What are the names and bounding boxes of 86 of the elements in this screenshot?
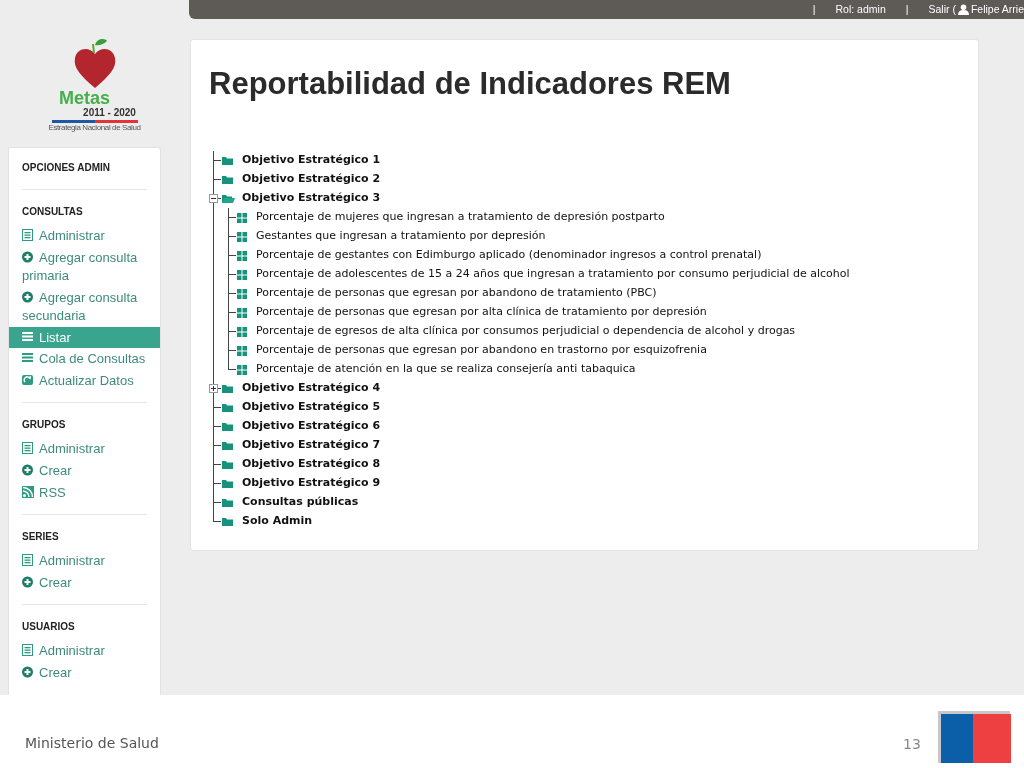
separator-text: |	[812, 1, 816, 17]
collapse-button[interactable]	[209, 194, 218, 203]
logo-tagline: Estrategia Nacional de Salud	[48, 123, 141, 133]
sidebar-link[interactable]: Administrar	[22, 640, 147, 662]
grid-icon	[237, 326, 247, 337]
folder-icon	[222, 440, 233, 451]
folder-icon	[222, 155, 233, 166]
tree-node[interactable]: Porcentaje de adolescentes de 15 a 24 años que ingresan a tratamiento por consumo perjudicial de alcohol	[256, 266, 850, 283]
document-icon	[22, 229, 34, 241]
list-icon	[22, 331, 34, 343]
user-icon	[957, 4, 969, 15]
section-heading: GRUPOS	[22, 418, 67, 432]
tree-node[interactable]: Porcentaje de gestantes con Edimburgo aplicado (denominador ingresos a control prenatal)	[256, 247, 762, 264]
tree-node[interactable]: Consultas públicas	[242, 494, 359, 511]
role-text: Rol: admin	[835, 1, 886, 17]
grid-icon	[237, 288, 247, 299]
sidebar-link[interactable]: Crear	[22, 572, 147, 594]
sidebar-link[interactable]: Agregar consulta primaria	[22, 247, 147, 287]
grid-icon	[237, 345, 247, 356]
minus-icon	[211, 196, 216, 201]
tree-node[interactable]: Objetivo Estratégico 7	[242, 437, 381, 454]
document-icon	[22, 644, 34, 656]
grid-icon	[237, 250, 247, 261]
grid-icon	[237, 364, 247, 375]
section-heading: CONSULTAS	[22, 205, 84, 219]
open-folder-icon	[222, 193, 235, 204]
tree-node[interactable]: Gestantes que ingresan a tratamiento por depresión	[256, 228, 546, 245]
sidebar-link[interactable]: Administrar	[22, 225, 147, 247]
sidebar-link[interactable]: RSS	[22, 482, 147, 504]
tree-node[interactable]: Objetivo Estratégico 5	[242, 399, 381, 416]
sidebar-link[interactable]: Administrar	[22, 438, 147, 460]
tree-node[interactable]: Objetivo Estratégico 1	[242, 152, 381, 169]
logo-title: Metas	[59, 90, 110, 107]
folder-icon	[222, 497, 233, 508]
plus-circle-icon	[22, 576, 34, 588]
tree-node[interactable]: Porcentaje de personas que egresan por abandono de tratamiento (PBC)	[256, 285, 657, 302]
tree-node[interactable]: Objetivo Estratégico 3	[242, 190, 381, 207]
sidebar-link[interactable]: Administrar	[22, 550, 147, 572]
logout-link[interactable]: Salir ( Felipe Arrie	[928, 1, 1024, 18]
tree-node[interactable]: Porcentaje de personas que egresan por abandono en trastorno por esquizofrenia	[256, 342, 707, 359]
page-title: Reportabilidad de Indicadores REM	[209, 65, 732, 103]
tree-node[interactable]: Objetivo Estratégico 2	[242, 171, 381, 188]
document-icon	[22, 554, 34, 566]
tree-node[interactable]: Objetivo Estratégico 6	[242, 418, 381, 435]
rss-icon	[22, 486, 34, 498]
tree-node[interactable]: Porcentaje de mujeres que ingresan a tratamiento de depresión postparto	[256, 209, 665, 226]
folder-icon	[222, 383, 233, 394]
tree-node[interactable]: Solo Admin	[242, 513, 313, 530]
page-number: 13	[903, 735, 921, 754]
grid-icon	[237, 307, 247, 318]
grid-icon	[237, 269, 247, 280]
folder-icon	[222, 516, 233, 527]
grid-icon	[237, 231, 247, 242]
folder-icon	[222, 421, 233, 432]
plus-circle-icon	[22, 291, 34, 303]
document-icon	[22, 442, 34, 454]
section-heading: SERIES	[22, 530, 60, 544]
expand-button[interactable]	[209, 384, 218, 393]
tree-node[interactable]: Objetivo Estratégico 8	[242, 456, 381, 473]
grid-icon	[237, 212, 247, 223]
refresh-icon	[22, 374, 34, 386]
sidebar-link[interactable]: Crear	[22, 460, 147, 482]
sidebar-link[interactable]: Actualizar Datos	[22, 370, 147, 392]
tree-node[interactable]: Objetivo Estratégico 9	[242, 475, 381, 492]
folder-icon	[222, 478, 233, 489]
tree-node[interactable]: Objetivo Estratégico 4	[242, 380, 381, 397]
logo-years: 2011 - 2020	[83, 107, 136, 118]
sidebar-link[interactable]: Crear	[22, 662, 147, 684]
sidebar-link[interactable]: Cola de Consultas	[22, 348, 147, 370]
plus-circle-icon	[22, 464, 34, 476]
sidebar-heading: OPCIONES ADMIN	[22, 160, 147, 190]
separator-text: |	[905, 1, 909, 17]
folder-icon	[222, 402, 233, 413]
footer-text: Ministerio de Salud	[25, 734, 159, 753]
list-icon	[22, 352, 34, 364]
apple-heart-icon	[72, 38, 117, 90]
tree-node[interactable]: Porcentaje de personas que egresan por alta clínica de tratamiento por depresión	[256, 304, 707, 321]
section-heading: USUARIOS	[22, 620, 76, 634]
folder-icon	[222, 459, 233, 470]
plus-circle-icon	[22, 666, 34, 678]
folder-icon	[222, 174, 233, 185]
sidebar-link[interactable]: Agregar consulta secundaria	[22, 287, 147, 327]
tree-node[interactable]: Porcentaje de atención en la que se realiza consejería anti tabaquica	[256, 361, 636, 378]
plus-icon	[211, 386, 216, 391]
plus-circle-icon	[22, 251, 34, 263]
tree-node[interactable]: Porcentaje de egresos de alta clínica por consumos perjudicial o dependencia de alcohol y drogas	[256, 323, 796, 340]
